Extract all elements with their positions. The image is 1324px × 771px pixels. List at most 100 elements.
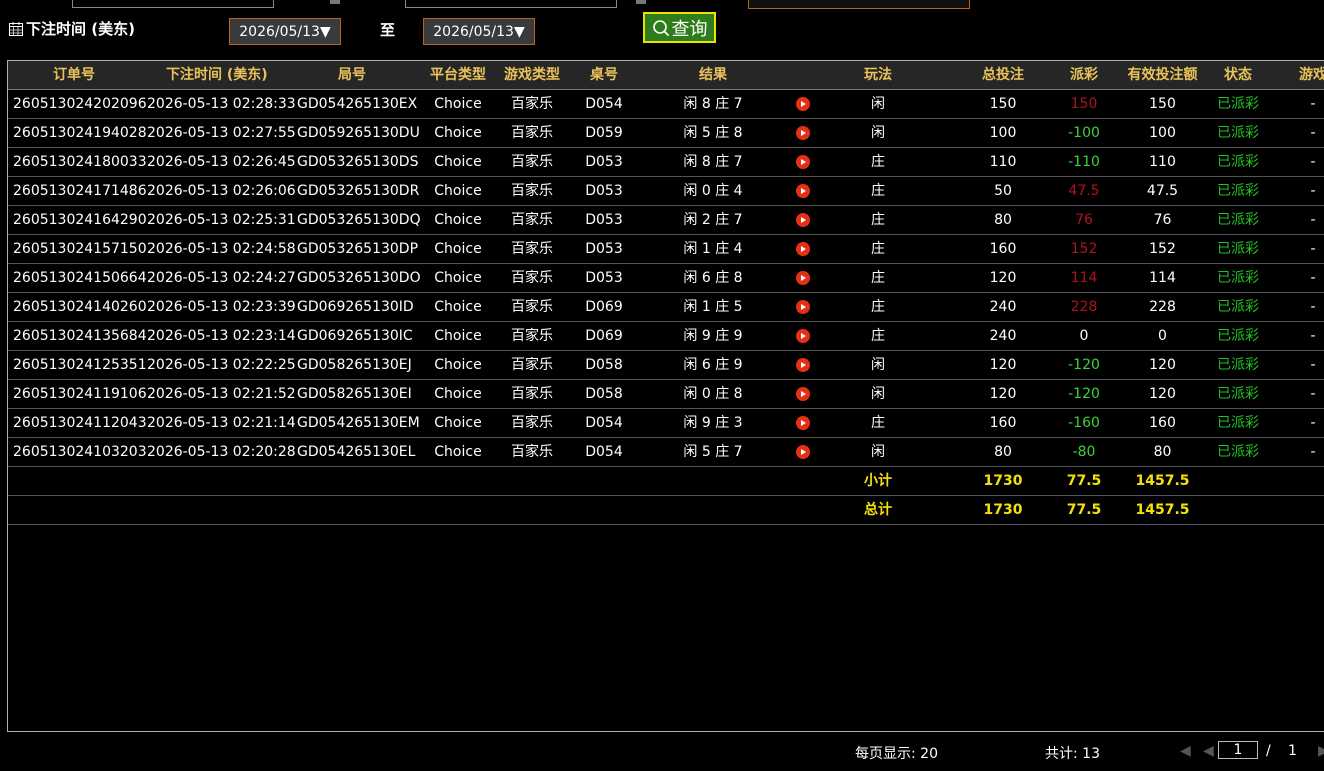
replay-button[interactable] <box>788 409 818 437</box>
play-icon[interactable] <box>796 387 810 401</box>
replay-button[interactable] <box>788 293 818 321</box>
replay-button[interactable] <box>788 322 818 350</box>
cell-valid: 0 <box>1158 328 1167 344</box>
replay-button[interactable] <box>788 351 818 379</box>
table-row[interactable]: 260513024202096 2026-05-13 02:28:33 GD0542… <box>8 90 1324 119</box>
play-icon[interactable] <box>796 97 810 111</box>
play-icon[interactable] <box>796 271 810 285</box>
cell-result: 闲 0 庄 8 <box>683 386 743 402</box>
table-row[interactable]: 260513024135684 2026-05-13 02:23:14 GD0692… <box>8 322 1324 351</box>
play-icon[interactable] <box>796 358 810 372</box>
cell-status: 已派彩 <box>1217 386 1259 402</box>
cell-total: 100 <box>989 125 1017 141</box>
cell-extra: - <box>1310 212 1316 228</box>
cell-payout: 228 <box>1070 299 1098 315</box>
filter-input-top-2[interactable] <box>405 0 617 8</box>
start-date-select[interactable]: 2026/05/13▼ <box>229 18 341 45</box>
replay-button[interactable] <box>788 380 818 408</box>
cell-time: 2026-05-13 02:27:55 <box>147 125 296 141</box>
header-result[interactable]: 结果 <box>658 61 768 89</box>
cell-total: 120 <box>989 386 1017 402</box>
total-pages: 1 <box>1288 743 1297 759</box>
replay-button[interactable] <box>788 90 818 118</box>
header-status[interactable]: 状态 <box>1208 61 1268 89</box>
first-page-icon[interactable]: ◀ <box>1180 743 1191 759</box>
cell-total: 160 <box>989 241 1017 257</box>
table-row[interactable]: 260513024119106 2026-05-13 02:21:52 GD0582… <box>8 380 1324 409</box>
header-bet-type[interactable]: 玩法 <box>838 61 918 89</box>
header-total-bet[interactable]: 总投注 <box>958 61 1048 89</box>
query-button[interactable]: 查询 <box>643 12 716 43</box>
play-icon[interactable] <box>796 300 810 314</box>
cell-game: 百家乐 <box>511 183 553 199</box>
replay-button[interactable] <box>788 119 818 147</box>
table-row[interactable]: 260513024164290 2026-05-13 02:25:31 GD0532… <box>8 206 1324 235</box>
cell-table: D054 <box>585 444 623 460</box>
cell-bet: 庄 <box>871 270 885 286</box>
cell-total: 160 <box>989 415 1017 431</box>
cell-order: 260513024171486 <box>13 183 147 199</box>
play-icon[interactable] <box>796 213 810 227</box>
play-icon[interactable] <box>796 329 810 343</box>
cell-payout: -120 <box>1068 357 1100 373</box>
header-table-no[interactable]: 桌号 <box>570 61 638 89</box>
replay-button[interactable] <box>788 177 818 205</box>
header-payout[interactable]: 派彩 <box>1048 61 1120 89</box>
play-icon[interactable] <box>796 242 810 256</box>
table-row[interactable]: 260513024180033 2026-05-13 02:26:45 GD0532… <box>8 148 1324 177</box>
table-row[interactable]: 260513024171486 2026-05-13 02:26:06 GD0532… <box>8 177 1324 206</box>
table-row[interactable]: 260513024157150 2026-05-13 02:24:58 GD0532… <box>8 235 1324 264</box>
replay-button[interactable] <box>788 235 818 263</box>
cell-bet: 庄 <box>871 299 885 315</box>
replay-button[interactable] <box>788 206 818 234</box>
cell-bet: 闲 <box>871 357 885 373</box>
table-row[interactable]: 260513024103203 2026-05-13 02:20:28 GD0542… <box>8 438 1324 467</box>
table-row[interactable]: 260513024194028 2026-05-13 02:27:55 GD0592… <box>8 119 1324 148</box>
header-valid-bet[interactable]: 有效投注额 <box>1120 61 1205 89</box>
cell-table: D058 <box>585 386 623 402</box>
play-icon[interactable] <box>796 416 810 430</box>
table-row[interactable]: 260513024112043 2026-05-13 02:21:14 GD0542… <box>8 409 1324 438</box>
cell-valid: 120 <box>1149 357 1176 373</box>
cell-extra: - <box>1310 444 1316 460</box>
end-date-select[interactable]: 2026/05/13▼ <box>423 18 535 45</box>
header-bet-time[interactable]: 下注时间 (美东) <box>166 61 316 89</box>
filter-input-top-1[interactable] <box>72 0 274 8</box>
cell-round: GD053265130DO <box>297 270 421 286</box>
play-icon[interactable] <box>796 126 810 140</box>
play-icon[interactable] <box>796 184 810 198</box>
replay-button[interactable] <box>788 264 818 292</box>
header-game-extra[interactable]: 游戏 <box>1288 61 1324 89</box>
cell-total: 120 <box>989 270 1017 286</box>
prev-page-icon[interactable]: ◀ <box>1203 743 1214 759</box>
cell-bet: 闲 <box>871 96 885 112</box>
cell-round: GD054265130EL <box>297 444 416 460</box>
cell-status: 已派彩 <box>1217 444 1259 460</box>
header-replay[interactable] <box>788 61 818 89</box>
cell-round: GD058265130EI <box>297 386 412 402</box>
summary-label: 总计 <box>864 502 892 518</box>
play-icon[interactable] <box>796 445 810 459</box>
play-icon[interactable] <box>796 155 810 169</box>
cell-extra: - <box>1310 328 1316 344</box>
replay-button[interactable] <box>788 438 818 466</box>
cell-total: 110 <box>989 154 1017 170</box>
cell-order: 260513024202096 <box>13 96 147 112</box>
header-platform-type[interactable]: 平台类型 <box>423 61 493 89</box>
table-row[interactable]: 260513024125351 2026-05-13 02:22:25 GD0582… <box>8 351 1324 380</box>
cell-bet: 闲 <box>871 125 885 141</box>
replay-button[interactable] <box>788 148 818 176</box>
next-page-icon[interactable]: ▶ <box>1318 743 1324 759</box>
filter-select-top[interactable] <box>748 0 970 9</box>
cell-platform: Choice <box>434 444 482 460</box>
header-game-type[interactable]: 游戏类型 <box>496 61 568 89</box>
cell-time: 2026-05-13 02:21:52 <box>147 386 296 402</box>
table-row[interactable]: 260513024150664 2026-05-13 02:24:27 GD0532… <box>8 264 1324 293</box>
filter-marker-top-1 <box>330 0 340 4</box>
table-row[interactable]: 260513024140260 2026-05-13 02:23:39 GD0692… <box>8 293 1324 322</box>
cell-order: 260513024157150 <box>13 241 147 257</box>
page-number-input[interactable] <box>1218 741 1258 759</box>
summary-total: 1730 <box>983 473 1023 489</box>
cell-result: 闲 1 庄 4 <box>683 241 743 257</box>
calendar-icon <box>9 21 23 36</box>
